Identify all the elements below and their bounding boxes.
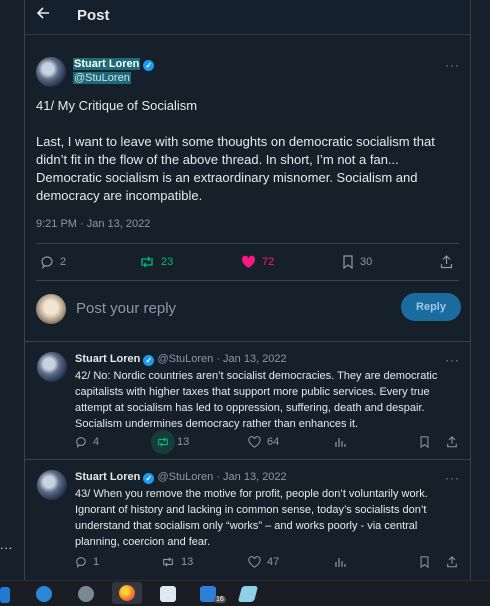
repost-count: 13: [177, 436, 190, 448]
repost-stat[interactable]: 13: [151, 430, 190, 454]
share-icon[interactable]: [440, 255, 453, 269]
repost-count: 13: [181, 556, 194, 568]
heart-filled-icon: [241, 255, 256, 268]
post-body: Last, I want to leave with some thoughts…: [36, 134, 435, 203]
taskbar-app-icon[interactable]: [0, 587, 10, 603]
firefox-icon: [119, 585, 135, 601]
repost-icon: [158, 437, 168, 447]
reply-meta[interactable]: @StuLoren · Jan 13, 2022: [157, 471, 286, 483]
reply-icon: [76, 437, 86, 448]
separator: [25, 341, 470, 342]
repost-stat[interactable]: 23: [139, 255, 173, 269]
reply-text: 42/ No: Nordic countries aren’t socialis…: [75, 370, 438, 430]
top-bar: Post: [25, 0, 470, 35]
reply-count: 1: [93, 556, 100, 568]
notification-count-badge: 16: [214, 596, 226, 603]
divider: [36, 243, 459, 244]
reply-actions: 4 13 64: [75, 430, 465, 454]
calendar-app-icon[interactable]: [160, 586, 176, 602]
repost-icon: [163, 557, 173, 567]
post-timestamp[interactable]: 9:21 PM · Jan 13, 2022: [36, 218, 150, 230]
like-count: 72: [262, 256, 275, 268]
views-icon[interactable]: [334, 436, 346, 448]
reply-stat[interactable]: 2: [40, 255, 66, 269]
verified-badge-icon: ✓: [143, 473, 155, 484]
more-options-icon[interactable]: ···: [445, 58, 460, 72]
reply-icon: [41, 256, 53, 269]
reply-count: 2: [60, 256, 67, 268]
like-count: 64: [267, 436, 280, 448]
separator: [25, 459, 470, 460]
reply-author[interactable]: Stuart Loren ✓ @StuLoren · Jan 13, 2022: [75, 353, 287, 366]
arrow-left-icon[interactable]: [36, 6, 50, 25]
reply-icon: [76, 557, 86, 568]
reply-count: 4: [93, 436, 100, 448]
avatar[interactable]: [36, 57, 66, 87]
like-stat[interactable]: 47: [248, 556, 279, 568]
reply-author[interactable]: Stuart Loren ✓ @StuLoren · Jan 13, 2022: [75, 471, 287, 484]
like-count: 47: [267, 556, 280, 568]
reply-stat[interactable]: 1: [75, 556, 99, 568]
taskbar: 16: [0, 580, 490, 606]
repost-hover-highlight: [151, 430, 175, 454]
author-name-text[interactable]: Stuart Loren: [73, 58, 141, 70]
post-column: Post Stuart Loren ✓ @StuLoren ··· 41/ My …: [24, 0, 471, 580]
reply-button[interactable]: Reply: [401, 293, 461, 321]
avatar[interactable]: [37, 352, 67, 382]
heart-icon: [248, 556, 261, 568]
like-stat[interactable]: 72: [241, 255, 274, 269]
notes-app-icon[interactable]: [237, 586, 259, 602]
reply-input[interactable]: Post your reply: [76, 300, 176, 317]
author-handle[interactable]: @StuLoren: [73, 72, 131, 84]
more-options-icon[interactable]: ···: [445, 353, 460, 367]
right-gutter: [470, 0, 490, 580]
divider: [36, 280, 459, 281]
share-icon[interactable]: [446, 436, 458, 448]
repost-icon: [141, 256, 153, 268]
reply-text: 43/ When you remove the motive for profi…: [75, 488, 428, 548]
page-title: Post: [77, 7, 110, 24]
like-stat[interactable]: 64: [248, 436, 279, 448]
reply-meta[interactable]: @StuLoren · Jan 13, 2022: [157, 353, 286, 365]
author-name[interactable]: Stuart Loren ✓: [73, 58, 155, 71]
bookmark-icon: [343, 255, 353, 269]
reply-author-name[interactable]: Stuart Loren: [75, 353, 140, 365]
firefox-active-tile[interactable]: [112, 582, 142, 604]
repost-count: 23: [161, 256, 174, 268]
verified-badge-icon: ✓: [143, 60, 155, 71]
reply-actions: 1 13 47: [75, 556, 465, 572]
edge-browser-icon[interactable]: [36, 586, 52, 602]
reply-stat[interactable]: 4: [75, 436, 99, 448]
left-overflow-dots[interactable]: ...: [0, 538, 13, 552]
left-gutter: [0, 0, 24, 580]
reply-composer: Post your reply Reply: [36, 292, 461, 326]
avatar[interactable]: [37, 470, 67, 500]
heart-icon: [248, 436, 261, 448]
my-avatar[interactable]: [36, 294, 66, 324]
bookmark-icon[interactable]: [419, 436, 430, 448]
verified-badge-icon: ✓: [143, 355, 155, 366]
repost-stat[interactable]: 13: [161, 556, 193, 568]
bookmark-count: 30: [360, 256, 373, 268]
chrome-browser-icon[interactable]: [78, 586, 94, 602]
share-icon[interactable]: [446, 556, 458, 568]
bookmark-icon[interactable]: [419, 556, 430, 568]
post-title-line: 41/ My Critique of Socialism: [36, 98, 198, 113]
views-icon[interactable]: [334, 556, 346, 568]
reply-author-name[interactable]: Stuart Loren: [75, 471, 140, 483]
bookmark-stat[interactable]: 30: [342, 255, 372, 269]
more-options-icon[interactable]: ···: [445, 471, 460, 485]
